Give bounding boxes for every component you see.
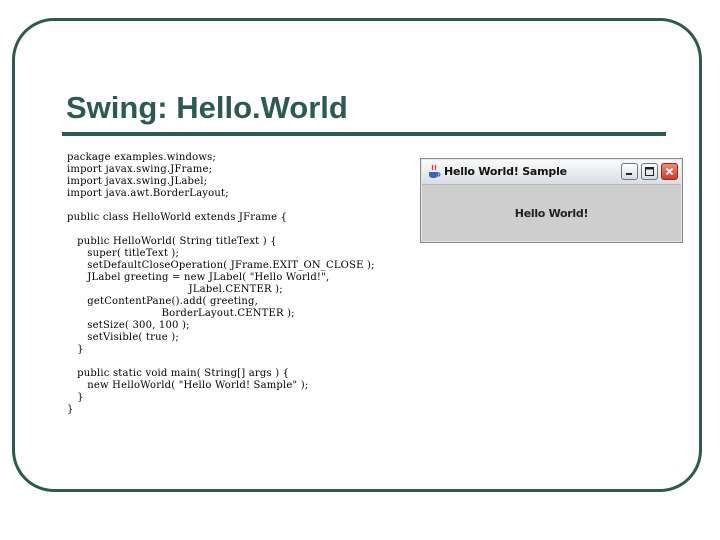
title-divider (62, 132, 666, 136)
hello-world-label: Hello World! (514, 207, 589, 220)
code-line: setSize( 300, 100 ); (67, 320, 190, 331)
code-line: } (67, 404, 74, 415)
code-line: import javax.swing.JFrame; (67, 164, 213, 175)
maximize-icon (645, 167, 654, 176)
code-line: new HelloWorld( "Hello World! Sample" ); (67, 380, 309, 391)
code-line: JLabel.CENTER ); (67, 284, 283, 295)
code-line: public class HelloWorld extends JFrame { (67, 212, 288, 223)
code-line: } (67, 344, 84, 355)
minimize-icon (626, 173, 632, 175)
close-icon (665, 167, 674, 176)
java-cup-icon (429, 164, 441, 178)
minimize-button[interactable] (621, 163, 638, 180)
slide-title: Swing: Hello.World (66, 90, 348, 125)
code-line: BorderLayout.CENTER ); (67, 308, 295, 319)
code-line: public HelloWorld( String titleText ) { (67, 236, 277, 247)
hello-world-window: Hello World! Sample Hello World! (420, 158, 683, 243)
code-line: public static void main( String[] args )… (67, 368, 290, 379)
window-title: Hello World! Sample (444, 165, 567, 178)
maximize-button[interactable] (641, 163, 658, 180)
code-line: getContentPane().add( greeting, (67, 296, 258, 307)
code-line: package examples.windows; (67, 152, 216, 163)
close-button[interactable] (661, 163, 678, 180)
window-content-pane: Hello World! (422, 185, 681, 241)
code-line: super( titleText ); (67, 248, 180, 259)
code-line: import javax.swing.JLabel; (67, 176, 208, 187)
code-line: } (67, 392, 84, 403)
window-titlebar[interactable]: Hello World! Sample (422, 160, 681, 185)
code-line: JLabel greeting = new JLabel( "Hello Wor… (67, 272, 330, 283)
code-line: setDefaultCloseOperation( JFrame.EXIT_ON… (67, 260, 375, 271)
code-line: import java.awt.BorderLayout; (67, 188, 229, 199)
code-line: setVisible( true ); (67, 332, 179, 343)
code-listing: package examples.windows; import javax.s… (67, 152, 375, 416)
